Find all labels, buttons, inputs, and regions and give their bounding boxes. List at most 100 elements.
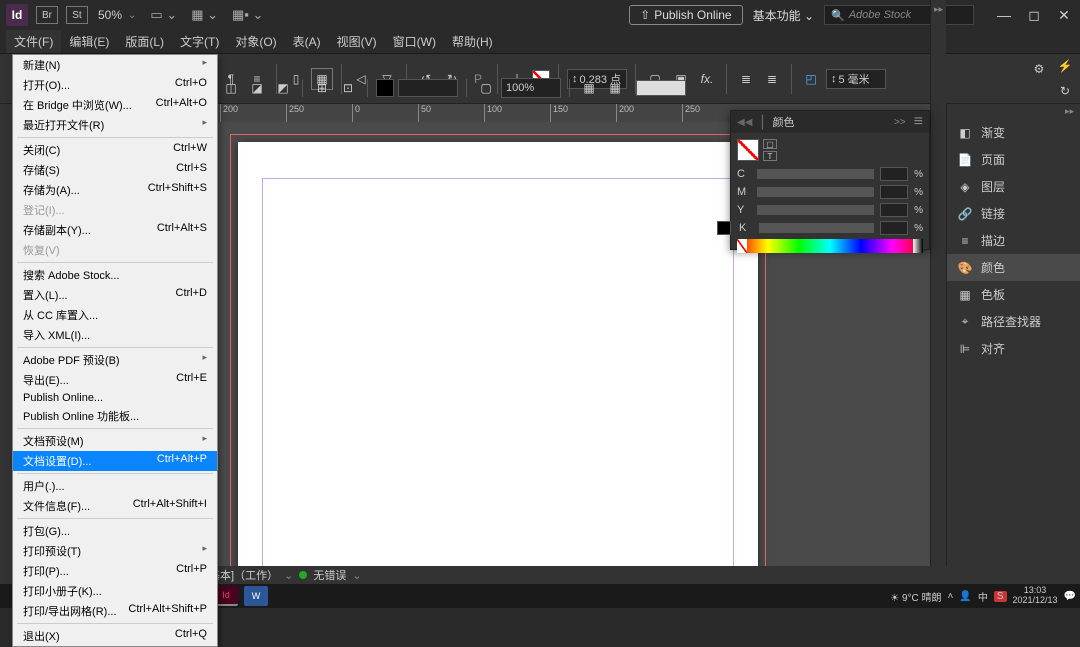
tray-chevron-icon[interactable]: ˄ [948,591,954,602]
color-channel-k[interactable]: K% [737,221,923,235]
text-icon[interactable]: T [763,151,777,161]
menu-6[interactable]: 视图(V) [329,30,385,53]
file-menu-item[interactable]: 退出(X)Ctrl+Q [13,626,217,646]
file-menu-item[interactable]: 文档预设(M)▸ [13,431,217,451]
screen-icon[interactable]: ▦▪ ⌄ [232,7,263,23]
page[interactable] [238,142,758,568]
file-menu-item[interactable]: 关闭(C)Ctrl+W [13,140,217,160]
grid2-icon[interactable]: ▦ [604,77,626,99]
color-spectrum[interactable] [737,239,923,253]
zoom-level[interactable]: 50% [98,8,122,22]
word-icon[interactable]: W [244,586,268,606]
file-menu-item[interactable]: 打印预设(T)▸ [13,541,217,561]
corner-icon[interactable]: ◰ [800,68,822,90]
menu-3[interactable]: 文字(T) [172,30,227,53]
panel-链接[interactable]: 🔗链接 [947,200,1080,227]
panel-menu-icon[interactable]: ≡ [914,113,923,131]
color-channel-y[interactable]: Y% [737,203,923,217]
preflight-status-icon[interactable] [299,571,307,579]
menu-2[interactable]: 版面(L) [117,30,172,53]
text-align2-icon[interactable]: ≣ [761,68,783,90]
file-menu-item[interactable]: 存储(S)Ctrl+S [13,160,217,180]
menu-1[interactable]: 编辑(E) [61,30,117,53]
bolt-icon[interactable]: ⚡ [1054,55,1076,77]
fit2-icon[interactable]: ⊡ [337,77,359,99]
panel-描边[interactable]: ≡描边 [947,227,1080,254]
panel-collapse-icon[interactable]: ◀◀ [737,117,752,128]
file-menu-item[interactable]: 导出(E)...Ctrl+E [13,370,217,390]
scale-icon[interactable]: ▢ [475,77,497,99]
color-tab[interactable]: 颜色 [773,114,795,130]
output-swatch[interactable] [636,80,686,96]
menu-8[interactable]: 帮助(H) [444,30,501,53]
file-menu-item[interactable]: 存储副本(Y)...Ctrl+Alt+S [13,220,217,240]
arrange-icon[interactable]: ▦ ⌄ [191,7,218,23]
maximize-button[interactable]: ◻ [1024,5,1044,25]
panel-颜色[interactable]: 🎨颜色 [947,254,1080,281]
bridge-icon[interactable]: Br [36,6,58,24]
fit1-icon[interactable]: ⊞ [311,77,333,99]
color-panel[interactable]: ◀◀ | 颜色 >> ≡ ▢ T C%M%Y%K% [730,110,930,250]
tray-ime-icon[interactable]: 中 [978,589,988,604]
weather-widget[interactable]: ☀ 9°C 晴朗 [890,589,941,604]
gear-icon[interactable]: ⚙ [1028,58,1050,80]
scale-field[interactable]: 100% [501,78,561,98]
menu-0[interactable]: 文件(F) [6,30,61,53]
notifications-icon[interactable]: 💬 [1064,591,1076,602]
panel-色板[interactable]: ▦色板 [947,281,1080,308]
menu-7[interactable]: 窗口(W) [385,30,444,53]
file-menu-item[interactable]: 打印(P)...Ctrl+P [13,561,217,581]
close-button[interactable]: ✕ [1054,5,1074,25]
file-menu-item[interactable]: 置入(L)...Ctrl+D [13,285,217,305]
file-menu-item[interactable]: Publish Online... [13,390,217,406]
file-menu-item[interactable]: 最近打开文件(R)▸ [13,115,217,135]
file-menu-item[interactable]: 打包(G)... [13,521,217,541]
panel-collapse-strip[interactable]: ▸▸ [930,0,946,568]
menu-4[interactable]: 对象(O) [227,30,284,53]
menu-5[interactable]: 表(A) [285,30,329,53]
preflight-status[interactable]: 无错误 [313,567,346,583]
panel-路径查找器[interactable]: ⌖路径查找器 [947,308,1080,335]
chevron-down-icon[interactable]: ⌄ [128,10,136,21]
file-menu-item[interactable]: 文档设置(D)...Ctrl+Alt+P [13,451,217,471]
panel-渐变[interactable]: ◧渐变 [947,119,1080,146]
gradient-swatch[interactable] [398,79,458,97]
file-menu-item[interactable]: 打开(O)...Ctrl+O [13,75,217,95]
panel-对齐[interactable]: ⊫对齐 [947,335,1080,362]
file-menu-item[interactable]: 新建(N)▸ [13,55,217,75]
adobe-stock-search[interactable]: 🔍Adobe Stock [824,5,974,25]
color-channel-c[interactable]: C% [737,167,923,181]
file-menu-item[interactable]: Publish Online 功能板... [13,406,217,426]
file-menu-item[interactable]: 搜索 Adobe Stock... [13,265,217,285]
file-menu-item[interactable]: 在 Bridge 中浏览(W)...Ctrl+Alt+O [13,95,217,115]
stock-icon[interactable]: St [66,6,88,24]
file-menu-item[interactable]: 打印/导出网格(R)...Ctrl+Alt+Shift+P [13,601,217,621]
pathop3-icon[interactable]: ◩ [272,77,294,99]
sync-icon[interactable]: ↻ [1054,80,1076,102]
tray-app-icon[interactable]: S [994,591,1007,602]
file-menu-item[interactable]: 文件信息(F)...Ctrl+Alt+Shift+I [13,496,217,516]
grid1-icon[interactable]: ▦ [578,77,600,99]
workspace-switcher[interactable]: 基本功能 ⌄ [753,7,814,24]
text-align1-icon[interactable]: ≣ [735,68,757,90]
file-menu-item[interactable]: 打印小册子(K)... [13,581,217,601]
file-menu-item[interactable]: 存储为(A)...Ctrl+Shift+S [13,180,217,200]
pathop1-icon[interactable]: ◫ [220,77,242,99]
container-icon[interactable]: ▢ [763,139,777,149]
view-icon[interactable]: ▭ ⌄ [150,7,177,23]
fx-icon[interactable]: fx. [696,68,718,90]
panel-图层[interactable]: ◈图层 [947,173,1080,200]
collapse-arrow-icon[interactable]: ▸▸ [947,104,1080,119]
publish-online-button[interactable]: ⇧Publish Online [629,5,742,25]
file-menu-item[interactable]: 用户(.)... [13,476,217,496]
file-menu-item[interactable]: 从 CC 库置入... [13,305,217,325]
tray-people-icon[interactable]: 👤 [959,591,971,602]
color-swatch-black[interactable] [376,79,394,97]
system-clock[interactable]: 13:032021/12/13 [1013,586,1058,606]
color-channel-m[interactable]: M% [737,185,923,199]
panel-页面[interactable]: 📄页面 [947,146,1080,173]
file-menu-item[interactable]: Adobe PDF 预设(B)▸ [13,350,217,370]
minimize-button[interactable]: — [994,5,1014,25]
panel-expand-icon[interactable]: >> [894,117,906,128]
file-menu-item[interactable]: 导入 XML(I)... [13,325,217,345]
